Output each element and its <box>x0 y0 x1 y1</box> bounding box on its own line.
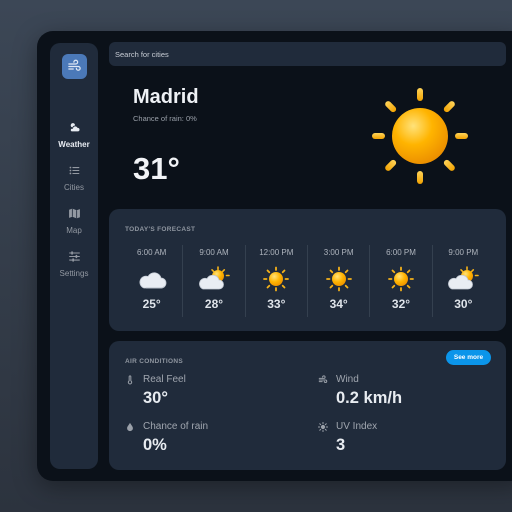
wind-value: 0.2 km/h <box>336 389 403 407</box>
wind-icon <box>318 374 328 383</box>
chance-of-rain-summary: Chance of rain: 0% <box>133 114 197 123</box>
weather-icon <box>69 123 80 133</box>
forecast-hour-time: 9:00 AM <box>199 248 229 257</box>
droplet-icon <box>127 422 133 431</box>
chance-of-rain-label: Chance of rain <box>143 421 209 432</box>
real-feel-item: Real Feel 30° <box>125 374 186 408</box>
forecast-hours: 6:00 AM 25° 9:00 AM 28° 12:00 PM 33° 3:00 PM 34… <box>121 245 494 317</box>
cloud-icon <box>136 266 168 292</box>
search-input[interactable] <box>109 42 506 66</box>
forecast-hour-temp: 30° <box>454 297 473 311</box>
uv-index-label: UV Index <box>336 421 378 432</box>
forecast-title: TODAY'S FORECAST <box>125 226 196 233</box>
wind-label: Wind <box>336 374 359 385</box>
sidebar-item-cities[interactable]: Cities <box>50 164 98 192</box>
partly-cloudy-icon <box>198 266 230 292</box>
forecast-hour-time: 3:00 PM <box>323 248 354 257</box>
current-temperature: 31° <box>133 151 180 186</box>
real-feel-value: 30° <box>143 389 168 407</box>
forecast-hour-time: 6:00 PM <box>386 248 416 257</box>
sun-icon <box>372 88 468 184</box>
sidebar-item-label: Weather <box>58 140 90 149</box>
sidebar-item-settings[interactable]: Settings <box>50 250 98 278</box>
sidebar-item-weather[interactable]: Weather <box>50 121 98 149</box>
forecast-hour-temp: 34° <box>329 297 348 311</box>
list-icon <box>69 166 79 175</box>
forecast-hour-time: 6:00 AM <box>136 248 167 257</box>
chance-of-rain-value: 0% <box>143 436 167 454</box>
chance-of-rain-item: Chance of rain 0% <box>125 421 208 455</box>
forecast-hour-temp: 25° <box>142 297 161 311</box>
forecast-hour: 6:00 AM 25° <box>121 245 184 317</box>
forecast-hour-time: 12:00 PM <box>259 248 294 257</box>
partly-cloudy-icon <box>447 266 480 292</box>
sun-outline-icon <box>318 421 328 432</box>
sidebar-item-map[interactable]: Map <box>50 207 98 235</box>
forecast-hour-temp: 28° <box>204 297 224 311</box>
forecast-hour-time: 9:00 PM <box>448 248 479 257</box>
sidebar-item-label: Map <box>66 226 82 235</box>
air-conditions-title: AIR CONDITIONS <box>125 358 184 365</box>
real-feel-label: Real Feel <box>143 374 186 385</box>
logo-wind-icon[interactable] <box>62 54 87 79</box>
air-conditions-card: AIR CONDITIONS See more Real Feel 30° Wi… <box>109 341 506 470</box>
sun-icon <box>323 266 355 292</box>
see-more-button[interactable]: See more <box>446 350 491 365</box>
sliders-icon <box>68 251 80 262</box>
weather-app-window: Weather Cities Map Settings Search for c… <box>37 31 512 481</box>
sun-icon <box>260 266 292 292</box>
forecast-hour: 3:00 PM 34° <box>308 245 371 317</box>
sidebar-item-label: Settings <box>59 269 89 278</box>
forecast-hour: 12:00 PM 33° <box>246 245 308 317</box>
uv-index-item: UV Index 3 <box>318 421 377 455</box>
sidebar: Weather Cities Map Settings <box>50 43 98 469</box>
forecast-hour-temp: 32° <box>391 297 411 311</box>
forecast-hour: 9:00 PM 30° <box>433 245 494 317</box>
uv-index-value: 3 <box>336 436 346 454</box>
map-icon <box>68 208 80 219</box>
forecast-hour: 6:00 PM 32° <box>370 245 433 317</box>
forecast-hour-temp: 33° <box>267 297 286 311</box>
sun-icon <box>385 266 417 292</box>
thermometer-icon <box>127 374 133 384</box>
forecast-hour: 9:00 AM 28° <box>183 245 246 317</box>
wind-item: Wind 0.2 km/h <box>318 374 402 408</box>
todays-forecast-card: TODAY'S FORECAST 6:00 AM 25° 9:00 AM 28° 12:… <box>109 209 506 331</box>
city-name: Madrid <box>133 86 199 108</box>
sidebar-item-label: Cities <box>63 183 84 192</box>
